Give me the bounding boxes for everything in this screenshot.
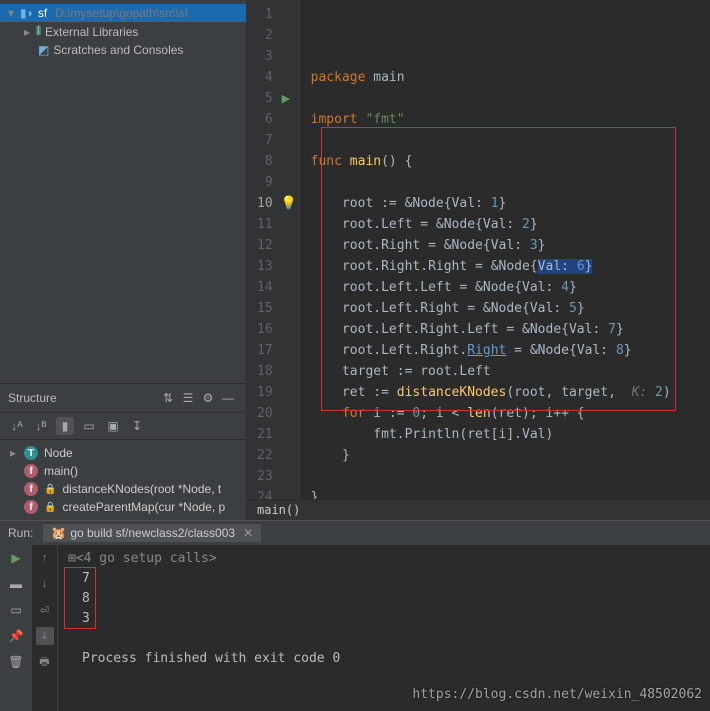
run-tab[interactable]: 🐹 go build sf/newclass2/class003 ✕: [43, 524, 261, 542]
up-icon[interactable]: ↑: [36, 549, 54, 567]
show-methods-icon[interactable]: ▭: [80, 417, 98, 435]
expand-icon[interactable]: ☰: [178, 388, 198, 408]
project-name: sf: [38, 6, 47, 20]
external-libraries-label: External Libraries: [45, 25, 138, 39]
output-line: 7: [68, 569, 700, 589]
structure-item-distanceknodes[interactable]: ▸ f 🔒 distanceKNodes(root *Node, t: [0, 480, 246, 498]
breadcrumb[interactable]: main(): [247, 499, 710, 520]
struct-label: createParentMap(cur *Node, p: [62, 500, 225, 514]
editor: 123456789101112131415161718192021222324 …: [247, 0, 710, 520]
structure-header: Structure ⇅ ☰ ⚙ —: [0, 383, 246, 413]
layout-icon[interactable]: ▭: [7, 601, 25, 619]
sort-visibility-icon[interactable]: ↓ᴮ: [32, 417, 50, 435]
scroll-end-icon[interactable]: ⤓: [36, 627, 54, 645]
function-badge-icon: f: [24, 464, 38, 478]
run-gutter: ▶ 💡: [279, 0, 301, 499]
gear-icon[interactable]: ⚙: [198, 388, 218, 408]
chevron-right-icon: ▸: [22, 25, 32, 39]
down-icon[interactable]: ↓: [36, 575, 54, 593]
bulb-icon[interactable]: 💡: [281, 195, 297, 211]
type-badge-icon: T: [24, 446, 38, 460]
scratches-row[interactable]: ◩ Scratches and Consoles: [0, 41, 246, 59]
struct-label: main(): [44, 464, 78, 478]
minimize-icon[interactable]: —: [218, 388, 238, 408]
function-badge-icon: f: [24, 500, 38, 514]
left-panel: ▾ ▮◗ sf D:\mysetup\gopath\src\sf ▸ ⫴ Ext…: [0, 0, 247, 520]
chevron-right-icon: ▸: [8, 446, 18, 460]
filter-icon[interactable]: ▣: [104, 417, 122, 435]
run-nav-gutter: ↑ ↓ ⏎ ⤓ 🖶: [32, 545, 58, 711]
trash-icon[interactable]: 🗑: [7, 653, 25, 671]
run-tabs: Run: 🐹 go build sf/newclass2/class003 ✕: [0, 521, 710, 545]
exit-line: Process finished with exit code 0: [68, 649, 700, 669]
run-marker-icon[interactable]: ▶: [282, 92, 290, 105]
console-output[interactable]: ⊞<4 go setup calls> 7 8 3 Process finish…: [58, 545, 710, 711]
show-fields-icon[interactable]: ▮: [56, 417, 74, 435]
structure-item-main[interactable]: ▸ f main(): [0, 462, 246, 480]
structure-title: Structure: [8, 391, 57, 405]
structure-list: ▸ T Node ▸ f main() ▸ f 🔒 distanceKNodes…: [0, 440, 246, 520]
pin-icon[interactable]: 📌: [7, 627, 25, 645]
code-area[interactable]: 123456789101112131415161718192021222324 …: [247, 0, 710, 499]
structure-item-createparentmap[interactable]: ▸ f 🔒 createParentMap(cur *Node, p: [0, 498, 246, 516]
project-tree: ▾ ▮◗ sf D:\mysetup\gopath\src\sf ▸ ⫴ Ext…: [0, 0, 246, 63]
run-tool-gutter: ▶ ▬ ▭ 📌 🗑: [0, 545, 32, 711]
lock-icon: 🔒: [44, 502, 56, 513]
run-tab-label: go build sf/newclass2/class003: [70, 526, 235, 540]
libraries-icon: ⫴: [36, 24, 41, 39]
sort-icon[interactable]: ⇅: [158, 388, 178, 408]
structure-item-node[interactable]: ▸ T Node: [0, 444, 246, 462]
stop-icon[interactable]: ▬: [7, 575, 25, 593]
folder-icon: ▮◗: [20, 6, 34, 20]
rerun-icon[interactable]: ▶: [7, 549, 25, 567]
autoscroll-icon[interactable]: ↧: [128, 417, 146, 435]
run-label: Run:: [8, 526, 33, 540]
scratches-icon: ◩: [38, 43, 49, 57]
go-icon: 🐹: [51, 526, 66, 540]
watermark: https://blog.csdn.net/weixin_48502062: [412, 685, 702, 705]
code-content[interactable]: package main import "fmt" func main() { …: [301, 0, 710, 499]
output-line: 3: [68, 609, 700, 629]
function-badge-icon: f: [24, 482, 38, 496]
project-path: D:\mysetup\gopath\src\sf: [55, 6, 188, 20]
wrap-icon[interactable]: ⏎: [36, 601, 54, 619]
close-icon[interactable]: ✕: [243, 526, 253, 540]
project-root-row[interactable]: ▾ ▮◗ sf D:\mysetup\gopath\src\sf: [0, 4, 246, 22]
scratches-label: Scratches and Consoles: [53, 43, 183, 57]
run-panel: Run: 🐹 go build sf/newclass2/class003 ✕ …: [0, 520, 710, 711]
structure-toolbar: ↓ᴬ ↓ᴮ ▮ ▭ ▣ ↧: [0, 413, 246, 440]
line-gutter: 123456789101112131415161718192021222324: [247, 0, 279, 499]
chevron-down-icon: ▾: [6, 6, 16, 20]
lock-icon: 🔒: [44, 484, 56, 495]
struct-label: distanceKNodes(root *Node, t: [62, 482, 221, 496]
fold-icon[interactable]: ⊞: [68, 551, 76, 566]
external-libraries-row[interactable]: ▸ ⫴ External Libraries: [0, 22, 246, 41]
struct-label: Node: [44, 446, 73, 460]
sort-alpha-icon[interactable]: ↓ᴬ: [8, 417, 26, 435]
print-icon[interactable]: 🖶: [36, 653, 54, 671]
output-line: 8: [68, 589, 700, 609]
